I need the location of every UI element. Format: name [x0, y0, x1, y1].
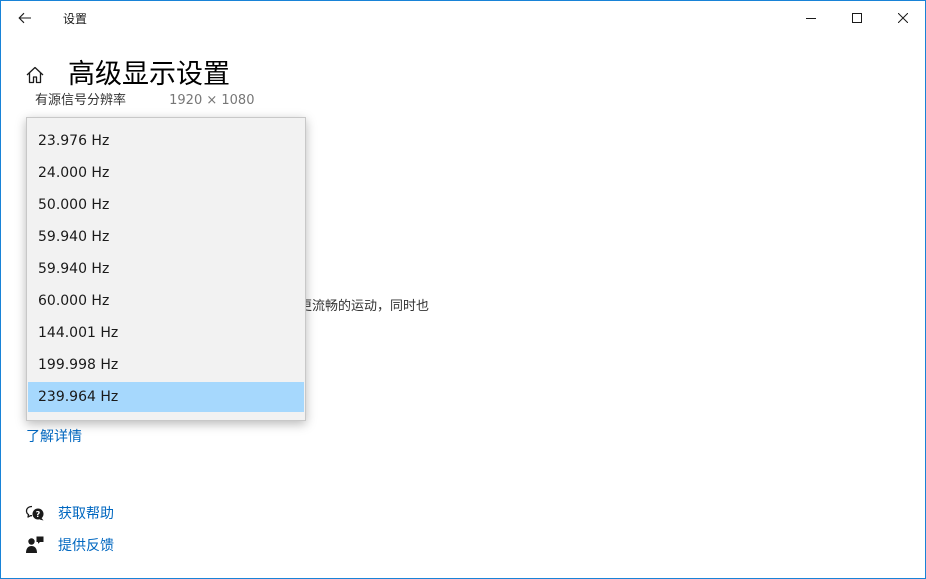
title-bar: 设置 — [1, 1, 925, 35]
home-button[interactable] — [23, 63, 47, 87]
refresh-rate-option-selected[interactable]: 239.964 Hz — [28, 382, 304, 412]
refresh-rate-description-text: 获更流畅的运动，同时也 — [286, 299, 430, 314]
refresh-rate-dropdown[interactable]: 23.976 Hz 24.000 Hz 50.000 Hz 59.940 Hz … — [26, 117, 306, 421]
svg-text:?: ? — [36, 510, 41, 519]
back-arrow-icon — [18, 12, 31, 24]
home-icon — [26, 66, 44, 84]
window-title: 设置 — [63, 12, 88, 26]
refresh-rate-option[interactable]: 59.940 Hz — [28, 222, 304, 252]
maximize-button[interactable] — [834, 1, 880, 35]
refresh-rate-option[interactable]: 59.940 Hz — [28, 254, 304, 284]
feedback-link[interactable]: 提供反馈 — [25, 535, 114, 555]
minimize-button[interactable] — [788, 1, 834, 35]
close-button[interactable] — [880, 1, 925, 35]
get-help-label: 获取帮助 — [58, 506, 114, 522]
close-icon — [898, 13, 908, 23]
back-button[interactable] — [5, 1, 45, 35]
refresh-rate-option[interactable]: 199.998 Hz — [28, 350, 304, 380]
feedback-label: 提供反馈 — [58, 538, 114, 554]
active-signal-resolution-row: 有源信号分辨率 1920 × 1080 — [35, 92, 254, 108]
refresh-rate-option[interactable]: 23.976 Hz — [28, 126, 304, 156]
page-title: 高级显示设置 — [68, 59, 230, 90]
get-help-link[interactable]: ? 获取帮助 — [25, 503, 114, 523]
chat-help-icon: ? — [25, 503, 45, 523]
refresh-rate-option[interactable]: 24.000 Hz — [28, 158, 304, 188]
resolution-label: 有源信号分辨率 — [35, 93, 127, 108]
feedback-person-icon — [25, 535, 45, 555]
maximize-icon — [852, 13, 862, 23]
settings-window: 设置 高级显示设置 有源信号分辨率 1920 × 1080 获更流畅的运动，同时… — [0, 0, 926, 579]
resolution-value: 1920 × 1080 — [169, 93, 255, 108]
learn-more-link[interactable]: 了解详情 — [26, 426, 82, 446]
refresh-rate-option[interactable]: 50.000 Hz — [28, 190, 304, 220]
minimize-icon — [806, 18, 816, 19]
refresh-rate-option[interactable]: 60.000 Hz — [28, 286, 304, 316]
refresh-rate-option[interactable]: 144.001 Hz — [28, 318, 304, 348]
